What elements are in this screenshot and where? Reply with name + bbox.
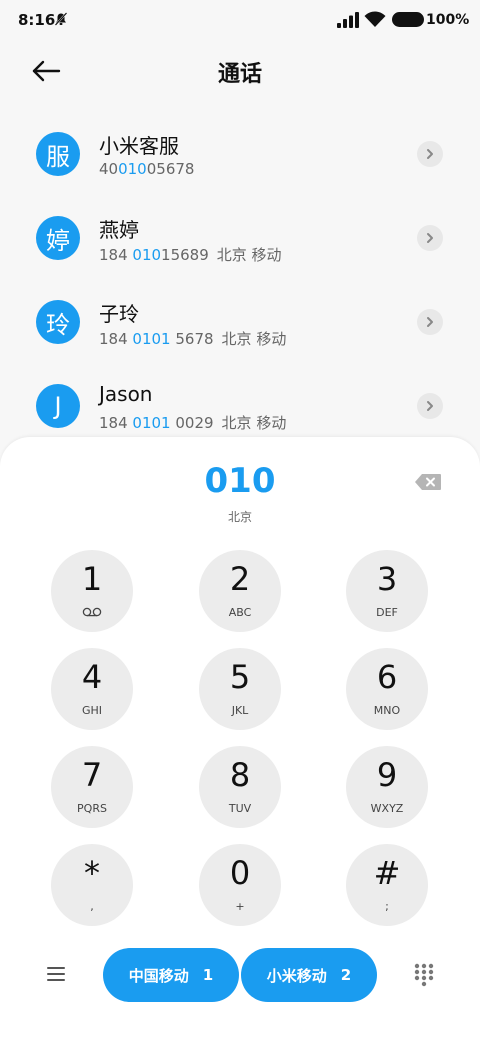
dial-key-letters: MNO [373,704,401,717]
dial-key-digit: 9 [376,756,398,794]
contact-name: Jason [99,382,153,406]
dial-key-digit: 3 [376,560,398,598]
call-sim2-button[interactable]: 小米移动 2 [241,948,377,1002]
contact-detail-button[interactable] [417,393,443,419]
contact-row[interactable]: 服 小米客服 4001005678 [0,132,480,212]
contact-number: 184 0101 0029 北京 移动 [99,414,287,432]
bell-muted-icon [54,12,68,26]
contact-row[interactable]: 婷 燕婷 184 01015689 北京 移动 [0,216,480,296]
contact-name: 燕婷 [99,218,139,242]
contact-avatar: 婷 [36,216,80,260]
signal-icon [337,12,359,28]
contact-detail-button[interactable] [417,141,443,167]
contact-name: 小米客服 [99,134,179,158]
dial-key-5[interactable]: 5 JKL [199,648,281,730]
dial-key-7[interactable]: 7 PQRS [51,746,133,828]
dial-key-0[interactable]: 0 + [199,844,281,926]
dial-key-letters: JKL [231,704,249,717]
dial-key-6[interactable]: 6 MNO [346,648,428,730]
wifi-icon [364,11,386,27]
contact-detail-button[interactable] [417,309,443,335]
contact-name: 子玲 [99,302,139,326]
dial-key-1[interactable]: 1 [51,550,133,632]
backspace-icon[interactable] [414,473,442,491]
dial-key-digit: 0 [229,854,251,892]
dial-key-letters: GHI [81,704,103,717]
dial-key-letters: + [235,900,245,913]
dial-key-4[interactable]: 4 GHI [51,648,133,730]
contact-location: 北京 移动 [221,414,287,432]
dial-key-digit: 6 [376,658,398,696]
header: 通话 [0,48,480,92]
sim1-label: 中国移动 [128,966,189,985]
sim2-number: 2 [340,966,352,984]
voicemail-icon [82,607,102,617]
dial-key-3[interactable]: 3 DEF [346,550,428,632]
battery-icon [392,12,424,27]
call-sim1-button[interactable]: 中国移动 1 [103,948,239,1002]
keypad-icon[interactable] [414,963,434,987]
battery-percent: 100% [426,12,470,28]
chevron-right-icon [427,149,433,159]
dial-key-digit: 1 [81,560,103,598]
contact-number: 184 0101 5678 北京 移动 [99,330,287,348]
chevron-right-icon [427,401,433,411]
page-title: 通话 [217,62,262,87]
status-time: 8:16 [18,11,56,29]
dial-key-digit: 4 [81,658,103,696]
contact-avatar: 服 [36,132,80,176]
menu-icon[interactable] [46,965,66,983]
dial-key-letters: , [90,900,94,913]
dial-key-digit: 7 [81,756,103,794]
contact-number: 4001005678 [99,160,195,178]
chevron-right-icon [427,233,433,243]
contact-location: 北京 移动 [216,246,282,264]
contact-location: 北京 移动 [221,330,287,348]
dial-key-digit: 5 [229,658,251,696]
contact-avatar: J [36,384,80,428]
dial-key-9[interactable]: 9 WXYZ [346,746,428,828]
contact-avatar: 玲 [36,300,80,344]
sim1-number: 1 [202,966,214,984]
status-bar: 8:16 100% [0,0,480,40]
dial-key-digit: # [373,854,401,892]
dial-key-letters: TUV [228,802,252,815]
contact-number: 184 01015689 北京 移动 [99,246,282,264]
dial-key-letters: PQRS [77,802,107,815]
dial-key-letters: DEF [376,606,398,619]
contact-detail-button[interactable] [417,225,443,251]
sim2-label: 小米移动 [266,966,327,985]
dial-key-letters: WXYZ [370,802,404,815]
dial-key-letters: ABC [228,606,252,619]
chevron-right-icon [427,317,433,327]
dial-key-letters: ; [385,900,389,913]
dialed-number[interactable]: 010 [0,461,480,501]
dial-key-digit: * [84,854,100,892]
dialpad-panel: 010 北京 [0,437,480,1040]
dial-key-hash[interactable]: # ; [346,844,428,926]
dial-key-star[interactable]: * , [51,844,133,926]
dial-key-2[interactable]: 2 ABC [199,550,281,632]
dial-key-8[interactable]: 8 TUV [199,746,281,828]
dial-key-digit: 2 [229,560,251,598]
dialed-location: 北京 [227,510,252,524]
contact-row[interactable]: 玲 子玲 184 0101 5678 北京 移动 [0,300,480,380]
dial-key-digit: 8 [229,756,251,794]
